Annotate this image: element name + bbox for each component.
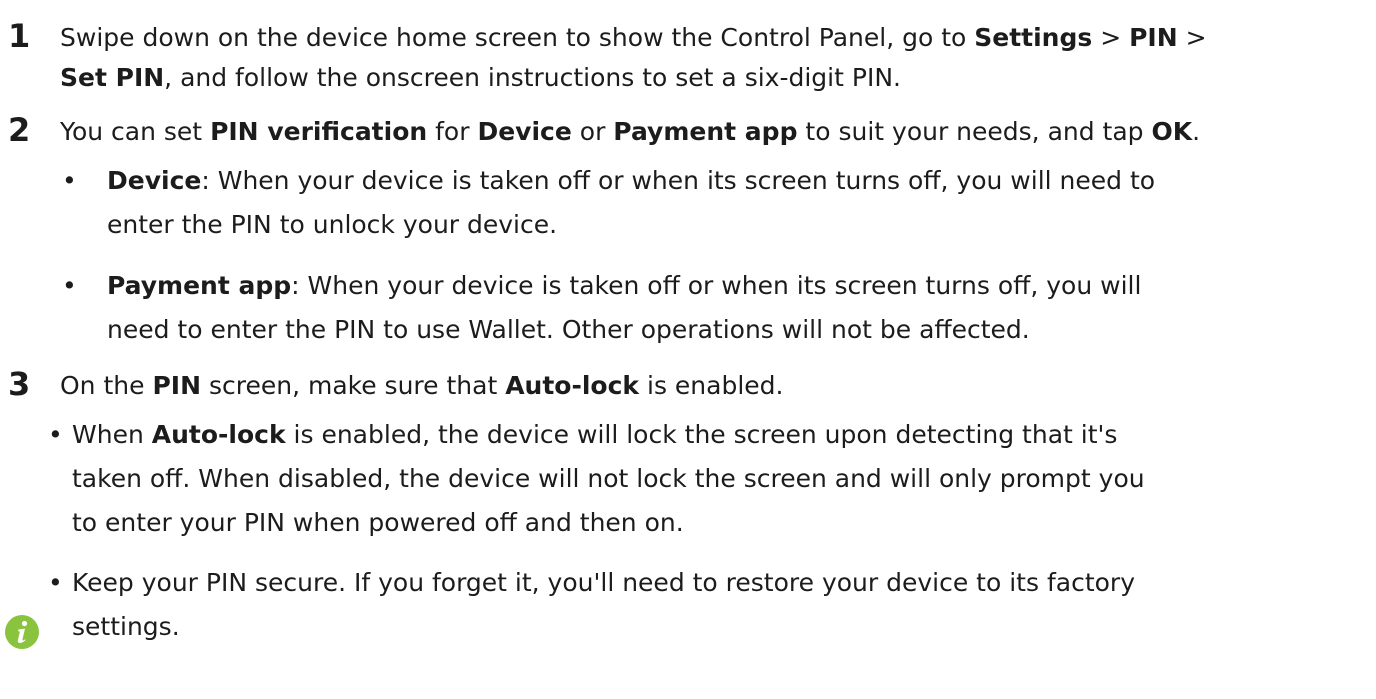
step-2-text-d: to suit your needs, and tap xyxy=(797,117,1152,146)
step-1-settings-bold: Settings xyxy=(974,23,1093,52)
step-3-text-c: is enabled. xyxy=(639,371,784,400)
step-1-set-pin-bold: Set PIN xyxy=(60,63,165,92)
note-pin-secure-line-1: Keep your PIN secure. If you forget it, … xyxy=(72,568,1135,597)
device-desc-1: : When your device is taken off or when … xyxy=(201,166,1156,195)
step-2-ok-bold: OK xyxy=(1151,117,1193,146)
step-3-text-b: screen, make sure that xyxy=(201,371,506,400)
step-1-pin-bold: PIN xyxy=(1129,23,1178,52)
info-icon xyxy=(5,615,39,649)
step-3-auto-lock-bold: Auto-lock xyxy=(505,371,640,400)
bullet-device: • xyxy=(62,166,77,195)
note-auto-lock-line-2: taken off. When disabled, the device wil… xyxy=(72,464,1145,493)
device-bold: Device xyxy=(107,166,202,195)
step-1-text: Swipe down on the device home screen to … xyxy=(60,23,975,52)
note-pin-secure-line-2: settings. xyxy=(72,612,180,641)
step-number-3: 3 xyxy=(8,365,31,403)
note-auto-lock-line-3: to enter your PIN when powered off and t… xyxy=(72,508,684,537)
step-3-text-a: On the xyxy=(60,371,153,400)
step-1-line-1: Swipe down on the device home screen to … xyxy=(60,21,1207,55)
step-2-text-e: . xyxy=(1192,117,1201,146)
step-1-text-2: , and follow the onscreen instructions t… xyxy=(164,63,901,92)
bullet-device-line-2: enter the PIN to unlock your device. xyxy=(107,210,558,239)
step-number-2: 2 xyxy=(8,111,31,149)
step-2-text-c: or xyxy=(571,117,614,146)
note-auto-lock-line-1: When Auto-lock is enabled, the device wi… xyxy=(72,418,1117,452)
note-auto-lock-bold: Auto-lock xyxy=(151,420,286,449)
step-2-pin-verification-bold: PIN verification xyxy=(210,117,428,146)
note-bullet-pin-secure: • xyxy=(48,568,63,597)
payment-desc-1: : When your device is taken off or when … xyxy=(291,271,1142,300)
bullet-device-line-1: Device: When your device is taken off or… xyxy=(107,164,1155,198)
step-2-line-1: You can set PIN verification for Device … xyxy=(60,115,1200,149)
step-2-text-b: for xyxy=(427,117,478,146)
step-2-payment-app-bold: Payment app xyxy=(613,117,798,146)
payment-app-bold: Payment app xyxy=(107,271,292,300)
bullet-payment-line-2: need to enter the PIN to use Wallet. Oth… xyxy=(107,315,1030,344)
note-text-b: is enabled, the device will lock the scr… xyxy=(285,420,1118,449)
bullet-payment-app: • xyxy=(62,271,77,300)
step-number-1: 1 xyxy=(8,17,31,55)
note-text-a: When xyxy=(72,420,152,449)
step-3-line-1: On the PIN screen, make sure that Auto-l… xyxy=(60,369,783,403)
step-2-text-a: You can set xyxy=(60,117,211,146)
step-3-pin-bold: PIN xyxy=(152,371,202,400)
step-1-separator-2: > xyxy=(1177,23,1207,52)
step-2-device-bold: Device xyxy=(477,117,572,146)
step-1-line-2: Set PIN, and follow the onscreen instruc… xyxy=(60,61,901,95)
bullet-payment-line-1: Payment app: When your device is taken o… xyxy=(107,269,1141,303)
note-bullet-auto-lock: • xyxy=(48,420,63,449)
step-1-separator: > xyxy=(1092,23,1130,52)
